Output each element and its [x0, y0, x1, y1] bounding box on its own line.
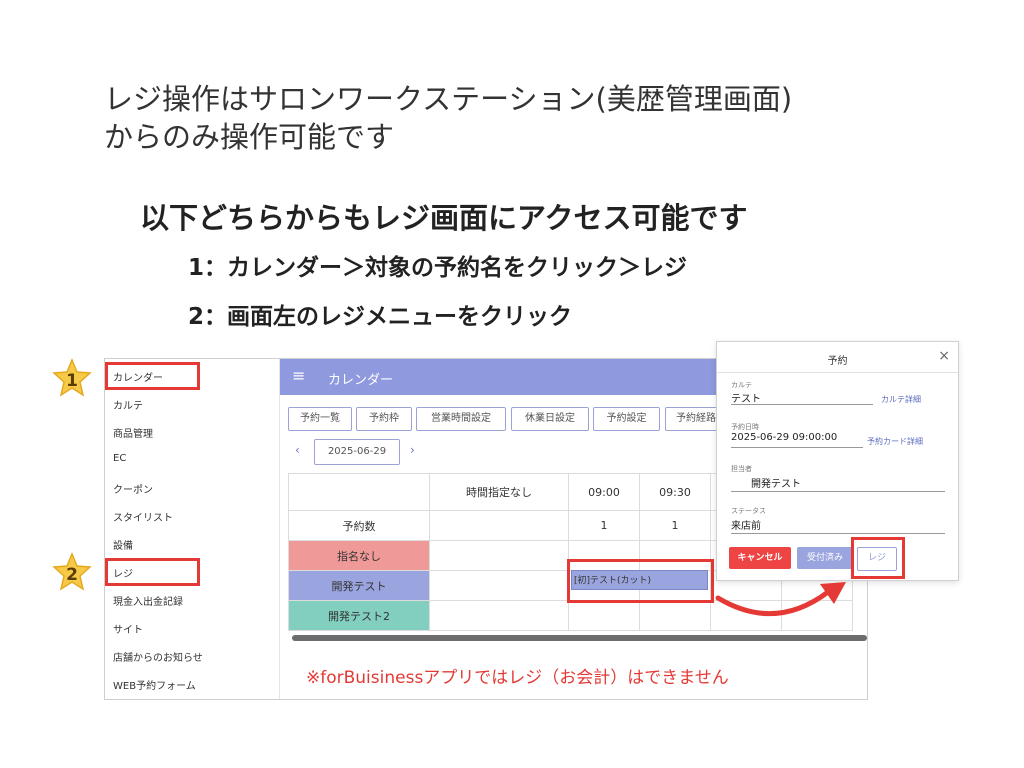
- header-cell: 09:30: [639, 473, 711, 511]
- menu-icon[interactable]: ≡: [292, 366, 305, 385]
- highlight-calendar-menu: [105, 362, 200, 390]
- badge-number: 1: [66, 371, 78, 391]
- staff-row-label: 開発テスト: [288, 570, 430, 601]
- karte-detail-link[interactable]: カルテ詳細: [881, 394, 921, 405]
- status-value[interactable]: 来店前: [731, 517, 761, 532]
- date-prev-button[interactable]: ‹: [295, 443, 300, 457]
- sidebar-item-products[interactable]: 商品管理: [113, 425, 153, 440]
- warning-note: ※forBuisinessアプリではレジ（お会計）はできません: [306, 668, 729, 688]
- sidebar-item-store-news[interactable]: 店舗からのお知らせ: [113, 649, 203, 664]
- sidebar-item-stylist[interactable]: スタイリスト: [113, 509, 173, 524]
- header-cell: 時間指定なし: [429, 473, 569, 511]
- date-next-button[interactable]: ›: [410, 443, 415, 457]
- karte-value: テスト: [731, 394, 761, 405]
- step-2-text: 2：画面左のレジメニューをクリック: [188, 304, 573, 330]
- sidebar-item-karte[interactable]: カルテ: [113, 397, 143, 412]
- tab-reservation-slots[interactable]: 予約枠: [356, 407, 412, 431]
- divider: [717, 372, 958, 373]
- count-cell: 1: [639, 510, 711, 541]
- highlight-register-menu: [105, 558, 200, 586]
- tab-holidays[interactable]: 休業日設定: [511, 407, 589, 431]
- sidebar-item-equipment[interactable]: 設備: [113, 537, 133, 552]
- sidebar: カレンダー カルテ 商品管理 EC クーポン スタイリスト 設備 レジ 現金入出…: [105, 359, 280, 699]
- staff-row-label: 指名なし: [288, 540, 430, 571]
- count-cell: 1: [568, 510, 640, 541]
- datetime-value: 2025-06-29 09:00:00: [731, 432, 838, 443]
- reservation-popup: 予約 × カルテ テスト カルテ詳細 予約日時 2025-06-29 09:00…: [716, 341, 959, 581]
- page-title: カレンダー: [328, 373, 394, 388]
- step-1-star-icon: 1: [52, 358, 92, 397]
- highlight-appointment: [567, 559, 714, 603]
- popup-title: 予約: [827, 356, 848, 367]
- sidebar-item-web-booking[interactable]: WEB予約フォーム: [113, 677, 196, 692]
- subheading: 以下どちらからもレジ画面にアクセス可能です: [140, 201, 748, 235]
- step-1-text: 1：カレンダー＞対象の予約名をクリック＞レジ: [188, 255, 688, 281]
- arrow-icon: [715, 582, 846, 616]
- count-label: 予約数: [288, 510, 430, 541]
- header-cell: 09:00: [568, 473, 640, 511]
- staff-row-label: 開発テスト2: [288, 600, 430, 631]
- sidebar-item-ec[interactable]: EC: [113, 453, 126, 464]
- tab-reservation-settings[interactable]: 予約設定: [593, 407, 660, 431]
- count-cell: [429, 510, 569, 541]
- badge-number: 2: [66, 565, 78, 585]
- status-label: ステータス: [731, 507, 766, 515]
- staff-label: 担当者: [731, 465, 752, 473]
- close-icon[interactable]: ×: [938, 348, 950, 364]
- sidebar-item-coupon[interactable]: クーポン: [113, 481, 153, 496]
- tab-reservation-list[interactable]: 予約一覧: [288, 407, 352, 431]
- staff-value[interactable]: 開発テスト: [751, 475, 801, 490]
- sidebar-item-cash-record[interactable]: 現金入出金記録: [113, 593, 183, 608]
- horizontal-scrollbar[interactable]: [292, 635, 867, 641]
- reservation-card-link[interactable]: 予約カード詳細: [867, 436, 923, 447]
- datetime-label: 予約日時: [731, 423, 759, 431]
- page-heading: レジ操作はサロンワークステーション(美歴管理画面) からのみ操作可能です: [104, 82, 793, 154]
- tab-business-hours[interactable]: 営業時間設定: [416, 407, 506, 431]
- sidebar-item-site[interactable]: サイト: [113, 621, 143, 636]
- step-2-star-icon: 2: [52, 552, 92, 591]
- header-cell: [288, 473, 430, 511]
- cancel-button[interactable]: キャンセル: [729, 547, 791, 569]
- karte-label: カルテ: [731, 381, 752, 389]
- received-button[interactable]: 受付済み: [797, 547, 853, 569]
- date-display[interactable]: 2025-06-29: [314, 439, 400, 465]
